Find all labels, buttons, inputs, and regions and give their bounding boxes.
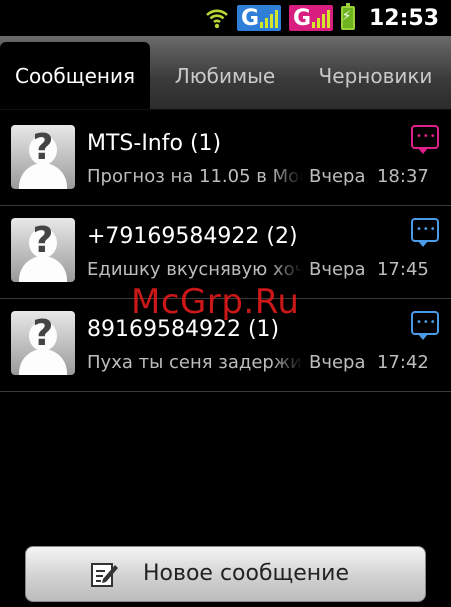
conversation-date: Вчера 17:45 bbox=[309, 259, 429, 280]
conversation-day: Вчера bbox=[309, 259, 366, 280]
conversation-row[interactable]: ? +79169584922 (2) Едишку вкуснявую хочу… bbox=[0, 206, 451, 299]
tab-messages[interactable]: Сообщения bbox=[0, 42, 150, 109]
conversation-name: +79169584922 (2) bbox=[87, 224, 298, 249]
compose-icon bbox=[91, 563, 118, 587]
contact-avatar-icon: ? bbox=[11, 218, 75, 282]
network-1-label: G bbox=[240, 6, 260, 31]
conversation-row[interactable]: ? MTS-Info (1) Прогноз на 11.05 в Москве… bbox=[0, 113, 451, 206]
new-message-button[interactable]: Новое сообщение bbox=[25, 546, 426, 602]
network-2-label: G bbox=[292, 6, 312, 31]
conversation-day: Вчера bbox=[309, 166, 366, 187]
status-bar: G G 12:53 bbox=[0, 0, 451, 36]
conversation-time: 17:42 bbox=[376, 352, 429, 373]
tab-drafts[interactable]: Черновики bbox=[300, 36, 451, 109]
conversation-time: 18:37 bbox=[376, 166, 429, 187]
conversation-date: Вчера 18:37 bbox=[309, 166, 429, 187]
contact-avatar-icon: ? bbox=[11, 311, 75, 375]
contact-avatar-icon: ? bbox=[11, 125, 75, 189]
network-1-signal-icon: G bbox=[236, 5, 281, 31]
conversation-day: Вчера bbox=[309, 352, 366, 373]
conversation-row[interactable]: ? 89169584922 (1) Пуха ты сеня задержишь… bbox=[0, 299, 451, 392]
message-bubble-icon: ••• bbox=[411, 311, 439, 340]
conversation-list: ? MTS-Info (1) Прогноз на 11.05 в Москве… bbox=[0, 113, 451, 392]
network-2-signal-icon: G bbox=[288, 5, 333, 31]
tab-bar: Сообщения Любимые Черновики bbox=[0, 36, 451, 110]
message-bubble-icon: ••• bbox=[411, 125, 439, 154]
new-message-label: Новое сообщение bbox=[143, 561, 350, 586]
conversation-preview: Прогноз на 11.05 в Москве bbox=[87, 166, 303, 187]
conversation-preview: Едишку вкуснявую хочу bbox=[87, 259, 303, 280]
conversation-name: MTS-Info (1) bbox=[87, 131, 222, 156]
message-bubble-icon: ••• bbox=[411, 218, 439, 247]
conversation-name: 89169584922 (1) bbox=[87, 317, 280, 342]
conversation-date: Вчера 17:42 bbox=[309, 352, 429, 373]
tab-favorites[interactable]: Любимые bbox=[150, 36, 300, 109]
status-icons: G G 12:53 bbox=[205, 3, 439, 32]
conversation-preview: Пуха ты сеня задержишься bbox=[87, 352, 303, 373]
conversation-time: 17:45 bbox=[376, 259, 429, 280]
wifi-icon bbox=[206, 9, 228, 29]
clock: 12:53 bbox=[368, 5, 439, 31]
battery-charging-icon bbox=[340, 3, 355, 30]
